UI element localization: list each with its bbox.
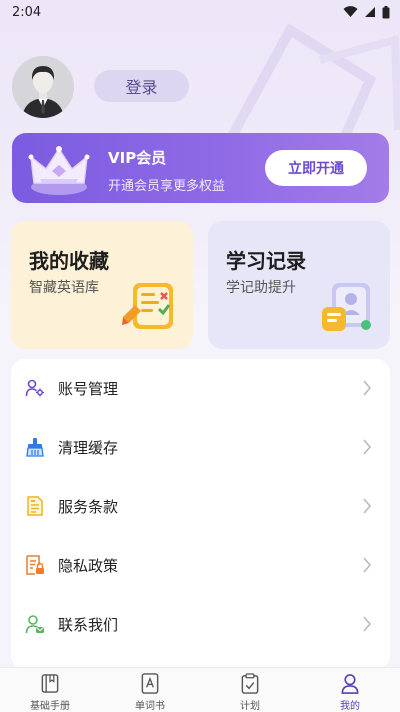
menu-item-contact[interactable]: 联系我们 [11, 600, 390, 648]
user-icon [341, 674, 359, 694]
nav-item-wordbook-label: 单词书 [135, 701, 165, 712]
study-record-card[interactable]: 学习记录 学记助提升 [208, 221, 390, 349]
study-record-card-subtitle: 学记助提升 [226, 280, 296, 296]
menu-item-terms-label: 服务条款 [58, 497, 119, 516]
checklist-icon [122, 283, 173, 329]
chevron-right-icon [363, 557, 372, 573]
menu-item-terms[interactable]: 服务条款 [11, 482, 390, 530]
chevron-right-icon [363, 439, 372, 455]
chevron-right-icon [363, 380, 372, 396]
avatar[interactable] [12, 56, 74, 118]
menu-item-privacy-label: 隐私政策 [58, 556, 119, 575]
menu-item-account[interactable]: 账号管理 [11, 364, 390, 412]
record-icon [322, 283, 371, 331]
menu-item-privacy[interactable]: 隐私政策 [11, 541, 390, 589]
vip-banner[interactable]: VIP会员 开通会员享更多权益 立即开通 [12, 133, 389, 203]
nav-item-handbook[interactable]: 基础手册 [0, 668, 100, 712]
status-time: 2:04 [12, 4, 42, 20]
crown-icon [28, 146, 90, 195]
privacy-icon [26, 555, 44, 575]
contact-icon [25, 615, 44, 634]
battery-icon [382, 5, 390, 18]
signal-icon [365, 7, 375, 17]
word-book-icon [141, 673, 159, 694]
document-icon [27, 496, 43, 516]
nav-item-handbook-label: 基础手册 [30, 701, 70, 712]
favorites-card-title: 我的收藏 [29, 249, 109, 273]
status-bar: 2:04 [0, 0, 400, 24]
nav-item-plan[interactable]: 计划 [200, 668, 300, 712]
vip-subtitle: 开通会员享更多权益 [108, 179, 226, 194]
nav-item-mine-label: 我的 [340, 701, 360, 712]
menu-item-contact-label: 联系我们 [58, 615, 119, 634]
settings-menu: 账号管理 清理缓存 服务条款 隐私政策 联系我们 [11, 359, 390, 669]
study-record-card-title: 学习记录 [226, 249, 306, 273]
menu-item-clear-cache-label: 清理缓存 [58, 438, 119, 457]
favorites-card-subtitle: 智藏英语库 [29, 280, 99, 296]
nav-item-wordbook[interactable]: 单词书 [100, 668, 200, 712]
clipboard-icon [241, 673, 259, 694]
menu-item-account-label: 账号管理 [58, 379, 119, 398]
broom-icon [26, 438, 44, 457]
wifi-icon [343, 6, 358, 17]
nav-item-plan-label: 计划 [240, 701, 260, 712]
menu-item-clear-cache[interactable]: 清理缓存 [11, 423, 390, 471]
chevron-right-icon [363, 616, 372, 632]
vip-open-button[interactable]: 立即开通 [265, 150, 367, 186]
book-icon [41, 674, 59, 693]
bottom-nav: 基础手册 单词书 计划 我的 [0, 667, 400, 712]
status-icons [343, 5, 390, 19]
account-icon [25, 379, 44, 397]
vip-title: VIP会员 [108, 149, 167, 167]
avatar-person-icon [12, 56, 74, 118]
chevron-right-icon [363, 498, 372, 514]
nav-item-mine[interactable]: 我的 [300, 668, 400, 712]
login-button[interactable]: 登录 [94, 70, 189, 102]
favorites-card[interactable]: 我的收藏 智藏英语库 [11, 221, 193, 349]
